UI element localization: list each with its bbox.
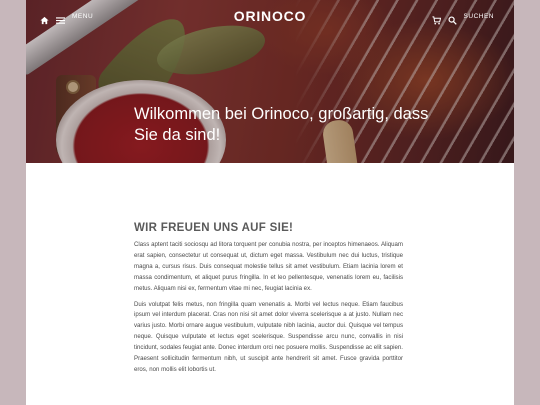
paragraph: Class aptent taciti sociosqu ad litora t… — [134, 241, 403, 292]
page: MENU ORINOCO SUCHEN Wilkommen bei Orinoc… — [26, 0, 514, 405]
main-content: WIR FREUEN UNS AUF SIE! Class aptent tac… — [134, 222, 403, 381]
search-icon[interactable] — [448, 12, 457, 25]
top-navigation: MENU ORINOCO SUCHEN — [26, 0, 514, 34]
search-label[interactable]: SUCHEN — [464, 13, 494, 20]
hero-title: Wilkommen bei Orinoco, großartig, dass S… — [134, 105, 429, 144]
section-heading: WIR FREUEN UNS AUF SIE! — [134, 222, 294, 234]
hero-banner: MENU ORINOCO SUCHEN Wilkommen bei Orinoc… — [26, 0, 514, 163]
paragraph: Duis volutpat felis metus, non fringilla… — [134, 300, 403, 373]
cart-icon[interactable] — [431, 12, 441, 25]
nav-right: SUCHEN — [431, 12, 494, 25]
